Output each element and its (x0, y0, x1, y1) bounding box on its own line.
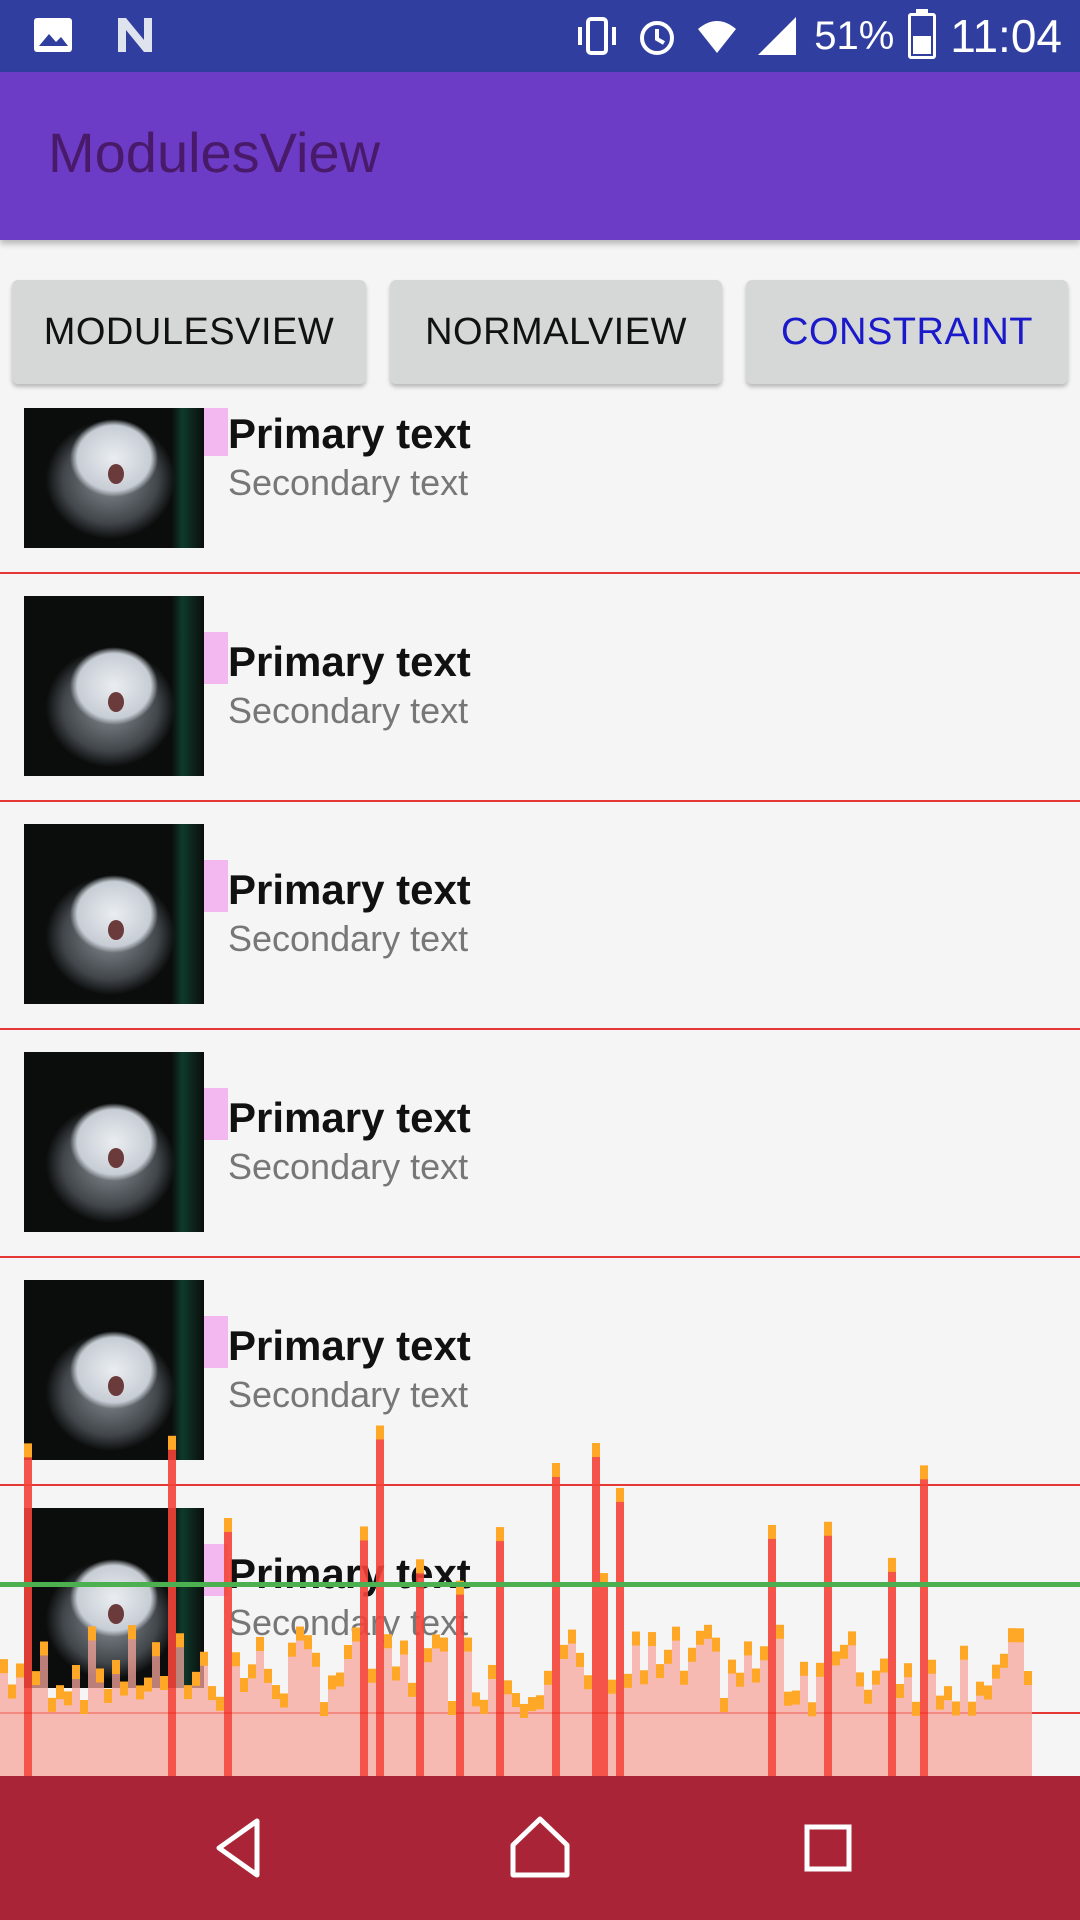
secondary-text: Secondary text (228, 918, 469, 959)
list-item[interactable]: Primary text Secondary text (0, 800, 1080, 1030)
secondary-text: Secondary text (228, 462, 469, 503)
primary-text: Primary text (228, 866, 471, 913)
pink-tab (204, 632, 228, 684)
home-icon[interactable] (500, 1808, 580, 1888)
list-item[interactable]: Primary text Secondary text (0, 408, 1080, 574)
pink-tab (204, 1544, 228, 1596)
image-icon (30, 12, 76, 58)
item-list[interactable]: Primary text Secondary text Primary text… (0, 408, 1080, 1776)
battery-charging-icon (908, 9, 937, 59)
alarm-icon (634, 13, 680, 59)
owl-thumbnail (24, 1052, 204, 1232)
primary-text: Primary text (228, 1322, 471, 1369)
owl-thumbnail (24, 596, 204, 776)
primary-text: Primary text (228, 1550, 471, 1597)
battery-percent: 51% (814, 14, 895, 58)
list-item[interactable]: Primary text Secondary text (0, 1484, 1080, 1714)
secondary-text: Secondary text (228, 1374, 469, 1415)
secondary-text: Secondary text (228, 1602, 469, 1643)
status-bar: 51% 11:04 (0, 0, 1080, 72)
secondary-text: Secondary text (228, 690, 469, 731)
clock: 11:04 (950, 10, 1062, 62)
n-icon (112, 12, 158, 58)
secondary-text: Secondary text (228, 1146, 469, 1187)
wifi-icon (694, 13, 740, 59)
normalview-button[interactable]: NORMALVIEW (390, 280, 722, 384)
primary-text: Primary text (228, 1094, 471, 1141)
primary-text: Primary text (228, 410, 471, 457)
pink-tab (204, 860, 228, 912)
owl-thumbnail (24, 1508, 204, 1688)
owl-thumbnail (24, 1280, 204, 1460)
owl-thumbnail (24, 824, 204, 1004)
list-item[interactable]: Primary text Secondary text (0, 572, 1080, 802)
modulesview-button[interactable]: MODULESVIEW (12, 280, 366, 384)
recent-apps-icon[interactable] (788, 1808, 868, 1888)
app-bar: ModulesView (0, 72, 1080, 240)
profiler-threshold-line (0, 1582, 1080, 1587)
pink-tab (204, 408, 228, 456)
pink-tab (204, 1088, 228, 1140)
app-title: ModulesView (48, 121, 381, 184)
constraint-button[interactable]: CONSTRAINT (746, 280, 1068, 384)
vibrate-icon (574, 13, 620, 59)
view-switcher: MODULESVIEW NORMALVIEW CONSTRAINT (0, 264, 1080, 396)
list-item[interactable]: Primary text Secondary text (0, 1256, 1080, 1486)
back-icon[interactable] (200, 1808, 280, 1888)
list-item[interactable]: Primary text Secondary text (0, 1028, 1080, 1258)
pink-tab (204, 1316, 228, 1368)
owl-thumbnail (24, 408, 204, 548)
primary-text: Primary text (228, 638, 471, 685)
navigation-bar (0, 1776, 1080, 1920)
signal-icon (754, 13, 800, 59)
